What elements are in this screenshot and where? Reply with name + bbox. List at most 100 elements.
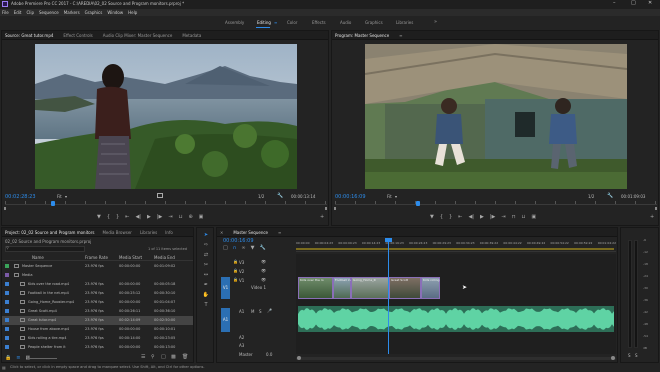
track-label-v1[interactable]: V1 <box>239 278 244 283</box>
video-clip[interactable]: Kids over the ro <box>298 277 333 299</box>
new-bin-icon[interactable]: □ <box>161 354 166 361</box>
menu-markers[interactable]: Markers <box>64 10 80 15</box>
step-forward-icon[interactable]: |▶ <box>157 214 163 221</box>
work-area-bar[interactable] <box>296 248 614 250</box>
play-icon[interactable]: ▶ <box>147 214 151 221</box>
microphone-icon[interactable]: 🎤 <box>267 308 272 313</box>
program-go-to-out-icon[interactable]: ⇥ <box>501 214 505 221</box>
selection-tool-icon[interactable]: ➤ <box>200 232 212 239</box>
program-fit-select[interactable]: Fit <box>387 194 392 199</box>
tab-effect-controls[interactable]: Effect Controls <box>63 33 92 38</box>
tab-libraries[interactable]: Libraries <box>140 230 157 235</box>
pen-tool-icon[interactable]: ✒ <box>200 282 212 289</box>
video-clip[interactable]: Great Scott <box>389 277 421 299</box>
project-row[interactable]: Football in the net.mp4 23.976 fps 00:00:2… <box>2 289 193 298</box>
program-playhead[interactable] <box>416 201 420 206</box>
mark-in-icon[interactable]: { <box>107 214 110 221</box>
solo-left-button[interactable]: S <box>628 353 631 358</box>
workspace-effects[interactable]: Effects <box>312 20 326 25</box>
close-button[interactable]: ✕ <box>648 0 652 6</box>
project-row[interactable]: House from above.mp4 23.976 fps 00:00:00:0… <box>2 325 193 334</box>
minimize-button[interactable]: – <box>613 0 616 6</box>
menu-edit[interactable]: Edit <box>14 10 22 15</box>
source-nav-start-marker[interactable] <box>4 207 6 210</box>
tab-program[interactable]: Program: Master Sequence <box>335 33 389 38</box>
solo-right-button[interactable]: S <box>635 353 638 358</box>
eye-icon[interactable]: 👁 <box>261 259 266 264</box>
mark-out-icon[interactable]: } <box>116 214 119 221</box>
snap-icon[interactable]: ∩ <box>233 245 237 252</box>
source-resolution-select[interactable]: 1/2 <box>258 194 264 199</box>
extract-icon[interactable]: ⊔ <box>521 214 525 221</box>
lock-track-icon[interactable]: 🔒 <box>233 259 238 264</box>
timeline-playhead-line[interactable] <box>388 238 389 354</box>
project-row[interactable]: Kids rolling a tire.mp4 23.976 fps 00:00:1… <box>2 334 193 343</box>
insert-icon[interactable]: ⊔ <box>179 214 183 221</box>
tab-audio-clip-mixer[interactable]: Audio Clip Mixer: Master Sequence <box>103 33 173 38</box>
program-play-icon[interactable]: ▶ <box>480 214 484 221</box>
workspace-assembly[interactable]: Assembly <box>225 20 244 25</box>
add-marker-icon[interactable]: ▼ <box>97 214 101 221</box>
program-nav-start-marker[interactable] <box>334 207 336 210</box>
timeline-marker-icon[interactable]: ▼ <box>251 245 255 252</box>
razor-tool-icon[interactable]: ✂ <box>200 262 212 269</box>
col-frame-rate[interactable]: Frame Rate <box>85 255 108 260</box>
source-wrench-icon[interactable]: 🔧 <box>277 193 283 199</box>
menu-graphics[interactable]: Graphics <box>85 10 103 15</box>
program-go-to-in-icon[interactable]: ⇤ <box>458 214 462 221</box>
workspace-libraries[interactable]: Libraries <box>396 20 413 25</box>
col-media-end[interactable]: Media End <box>154 255 175 260</box>
project-row[interactable]: Kids over the road.mp4 23.976 fps 00:00:00… <box>2 280 193 289</box>
program-tab-menu-icon[interactable]: ≡ <box>399 33 402 38</box>
program-mark-in-icon[interactable]: { <box>440 214 443 221</box>
program-add-marker-icon[interactable]: ▼ <box>430 214 434 221</box>
workspace-audio[interactable]: Audio <box>340 20 351 25</box>
timeline-tab-menu-icon[interactable]: ≡ <box>278 230 281 235</box>
menu-file[interactable]: File <box>2 10 9 15</box>
tab-metadata[interactable]: Metadata <box>182 33 201 38</box>
program-step-back-icon[interactable]: ◀| <box>468 214 474 221</box>
maximize-button[interactable]: □ <box>631 0 636 6</box>
timeline-horizontal-scrollbar[interactable] <box>296 357 616 360</box>
go-to-in-icon[interactable]: ⇤ <box>125 214 129 221</box>
project-row[interactable]: Great Scott.mp4 23.976 fps 00:00:26:11 00:0… <box>2 307 193 316</box>
program-add-button-icon[interactable]: + <box>650 214 654 221</box>
workspace-color[interactable]: Color <box>287 20 297 25</box>
tab-media-browser[interactable]: Media Browser <box>102 230 132 235</box>
timeline-scroll-handle-right[interactable] <box>611 356 615 360</box>
workspace-overflow-button[interactable]: » <box>434 19 437 25</box>
workspace-graphics[interactable]: Graphics <box>365 20 383 25</box>
track-label-a2[interactable]: A2 <box>239 335 244 340</box>
timeline-ruler[interactable]: 00:00:00 00:00:04:23 00:00:09:23 00:00:1… <box>296 238 616 252</box>
video-clip-strip[interactable]: Kids over the ro Football in th Going_Ho… <box>298 277 440 299</box>
project-row[interactable]: Going_Home_Rooster.mp4 23.976 fps 00:00:00… <box>2 298 193 307</box>
track-label-v3[interactable]: V3 <box>239 260 244 265</box>
menu-sequence[interactable]: Sequence <box>39 10 59 15</box>
track-select-tool-icon[interactable]: ⇨ <box>200 242 212 249</box>
lock-icon[interactable]: 🔒 <box>5 355 11 362</box>
overwrite-icon[interactable]: ⊕ <box>188 214 192 221</box>
project-row[interactable]: Great tutor.mp4 23.976 fps 00:02:14:09 00:0… <box>2 316 193 325</box>
linked-selection-icon[interactable]: ∞ <box>241 245 245 252</box>
project-row[interactable]: Media <box>2 271 193 280</box>
program-nav-end-marker[interactable] <box>655 207 657 210</box>
new-item-icon[interactable]: ▩ <box>171 354 176 361</box>
lock-track-icon[interactable]: 🔒 <box>233 277 238 282</box>
program-resolution-select[interactable]: 1/2 <box>588 194 594 199</box>
track-label-v2[interactable]: V2 <box>239 269 244 274</box>
find-icon[interactable]: ⚲ <box>151 354 155 361</box>
program-fit-chevron-icon[interactable]: ▾ <box>395 194 397 199</box>
timeline-timecode[interactable]: 00:00:16:09 <box>223 238 254 244</box>
go-to-out-icon[interactable]: ⇥ <box>168 214 172 221</box>
source-playhead[interactable] <box>51 201 55 206</box>
tab-master-sequence[interactable]: Master Sequence <box>233 230 268 235</box>
type-tool-icon[interactable]: T <box>200 302 212 309</box>
source-settings-icon[interactable] <box>157 193 163 198</box>
master-value[interactable]: 0.0 <box>266 352 272 357</box>
timeline-playhead-handle[interactable] <box>385 238 392 242</box>
timeline-close-icon[interactable]: ✕ <box>220 230 223 235</box>
workspace-editing[interactable]: Editing <box>257 20 271 25</box>
track-area[interactable]: Kids over the ro Football in th Going_Ho… <box>296 238 616 354</box>
video-clip[interactable]: Football in th <box>333 277 351 299</box>
tab-project[interactable]: Project: 02_02 Source and Program monito… <box>5 230 94 235</box>
